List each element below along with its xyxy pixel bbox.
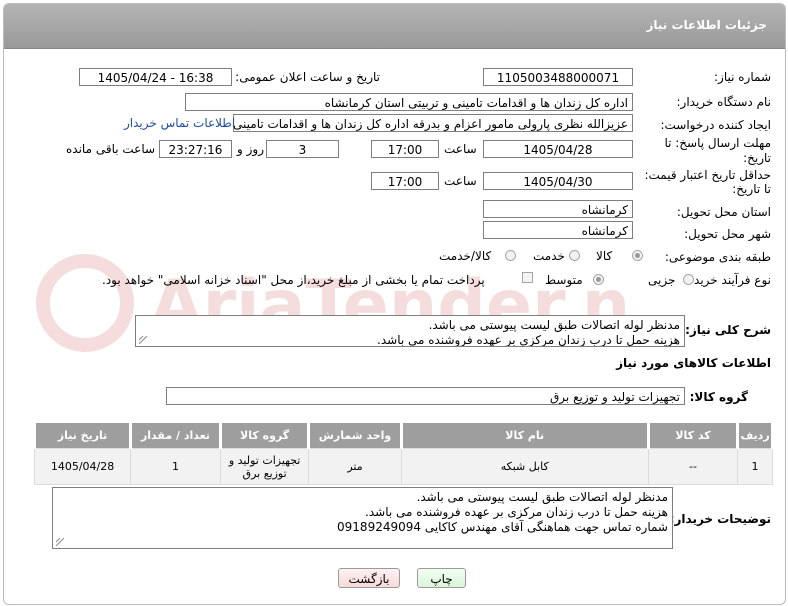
category-service-label: خدمت: [533, 249, 565, 263]
resize-grip-icon[interactable]: [139, 336, 147, 344]
delivery-province-field: کرمانشاه: [483, 200, 633, 218]
resize-grip-icon[interactable]: [56, 538, 64, 546]
cell-date: 1405/04/28: [33, 448, 132, 485]
deadline-label-line2: تاریخ:: [743, 151, 771, 165]
items-table: ردیف کد کالا نام کالا واحد شمارش گروه کا…: [32, 423, 774, 485]
cell-group-line: توزیع برق: [242, 466, 287, 480]
summary-label: شرح کلی نیاز:: [685, 323, 771, 337]
process-minor-radio[interactable]: [683, 274, 694, 285]
remaining-time-field: 23:27:16: [159, 140, 232, 158]
treasury-payment-checkbox[interactable]: [522, 272, 533, 283]
cell-group-line: تجهیزات تولید و: [228, 453, 301, 467]
cell-code: --: [647, 448, 739, 485]
category-service-radio[interactable]: [569, 250, 580, 261]
price-validity-date-field: 1405/04/30: [483, 172, 633, 190]
purchase-process-label: نوع فرآیند خرید :: [686, 273, 771, 287]
col-header-date: تاریخ نیاز: [32, 423, 133, 449]
delivery-city-label: شهر محل تحویل:: [684, 227, 771, 241]
buyer-notes-line: هزینه حمل تا درب زندان مرکزی بر عهده فرو…: [365, 505, 668, 519]
goods-section-title: اطلاعات کالاهای مورد نیاز: [616, 356, 771, 370]
summary-textarea[interactable]: مدنظر لوله اتصالات طبق لیست پیوستی می با…: [135, 315, 685, 347]
process-medium-label: متوسط: [545, 273, 583, 287]
col-header-code: کد کالا: [646, 423, 740, 449]
back-button[interactable]: بازگشت: [338, 568, 400, 588]
summary-line: مدنظر لوله اتصالات طبق لیست پیوستی می با…: [428, 318, 680, 332]
buyer-notes-label: توضیحات خریدار:: [669, 512, 771, 526]
category-label: طبقه بندی موضوعی:: [664, 250, 771, 264]
buyer-notes-line: مدنظر لوله اتصالات طبق لیست پیوستی می با…: [416, 490, 668, 504]
cell-unit: متر: [308, 448, 402, 485]
goods-group-label: گروه کالا:: [689, 390, 748, 404]
days-label: روز و: [237, 142, 264, 156]
col-header-name: نام کالا: [399, 423, 650, 449]
buyer-contact-link[interactable]: اطلاعات تماس خریدار: [124, 116, 235, 130]
col-header-qty: تعداد / مقدار: [129, 423, 222, 449]
need-number-field: 1105003488000071: [483, 68, 633, 86]
days-remaining-field: 3: [266, 140, 339, 158]
buyer-notes-textarea[interactable]: مدنظر لوله اتصالات طبق لیست پیوستی می با…: [52, 487, 673, 549]
announce-datetime-field: 1405/04/24 - 16:38: [79, 68, 232, 86]
col-header-group: گروه کالا: [218, 423, 311, 449]
price-validity-label-line1: حداقل تاریخ اعتبار قیمت:: [644, 168, 771, 182]
treasury-payment-text: پرداخت تمام یا بخشی از مبلغ خرید،از محل …: [102, 273, 485, 287]
category-goods-radio[interactable]: [632, 250, 643, 261]
category-goods-label: کالا: [596, 249, 613, 263]
delivery-province-label: استان محل تحویل:: [676, 205, 771, 219]
col-header-unit: واحد شمارش: [307, 423, 403, 449]
buyer-org-label: نام دستگاه خریدار:: [676, 95, 772, 109]
process-minor-label: جزیی: [648, 273, 676, 287]
price-validity-label-line2: تا تاریخ:: [732, 182, 771, 196]
cell-name: کابل شبکه: [400, 448, 649, 485]
table-header-row: ردیف کد کالا نام کالا واحد شمارش گروه کا…: [32, 423, 774, 449]
goods-group-field: تجهیزات تولید و توزیع برق: [166, 387, 685, 405]
print-button[interactable]: چاپ: [417, 568, 466, 588]
summary-line: هزینه حمل تا درب زندان مرکزی بر عهده فرو…: [377, 333, 680, 347]
requester-field: عزیزالله نظری پارولی مامور اعزام و بدرقه…: [233, 114, 633, 132]
deadline-time-field: 17:00: [371, 140, 439, 158]
announce-datetime-label: تاریخ و ساعت اعلان عمومی:: [235, 70, 380, 84]
deadline-date-field: 1405/04/28: [483, 140, 633, 158]
page-title: جزئیات اطلاعات نیاز: [646, 18, 767, 32]
remaining-time-label: ساعت باقی مانده: [66, 142, 156, 156]
price-validity-time-field: 17:00: [371, 172, 439, 190]
cell-group: تجهیزات تولید و توزیع برق: [219, 448, 310, 485]
panel-header: جزئیات اطلاعات نیاز: [4, 4, 785, 49]
deadline-label-line1: مهلت ارسال پاسخ: تا: [664, 136, 771, 150]
cell-qty: 1: [130, 448, 221, 485]
process-medium-radio[interactable]: [593, 274, 604, 285]
cell-row: 1: [737, 448, 773, 485]
category-goods-service-label: کالا/خدمت: [439, 249, 492, 263]
deadline-time-label: ساعت: [444, 142, 477, 156]
col-header-row: ردیف: [736, 423, 774, 449]
category-goods-service-radio[interactable]: [505, 250, 516, 261]
delivery-city-field: کرمانشاه: [483, 221, 633, 239]
table-row: 1 -- کابل شبکه متر تجهیزات تولید و توزیع…: [33, 448, 773, 485]
requester-label: ایجاد کننده درخواست:: [660, 118, 771, 132]
need-number-label: شماره نیاز:: [714, 70, 771, 84]
price-validity-time-label: ساعت: [444, 174, 477, 188]
buyer-notes-line: شماره تماس جهت هماهنگی آقای مهندس کاکایی…: [337, 520, 668, 534]
buyer-org-field: اداره کل زندان ها و اقدامات تامینی و ترب…: [185, 93, 633, 111]
